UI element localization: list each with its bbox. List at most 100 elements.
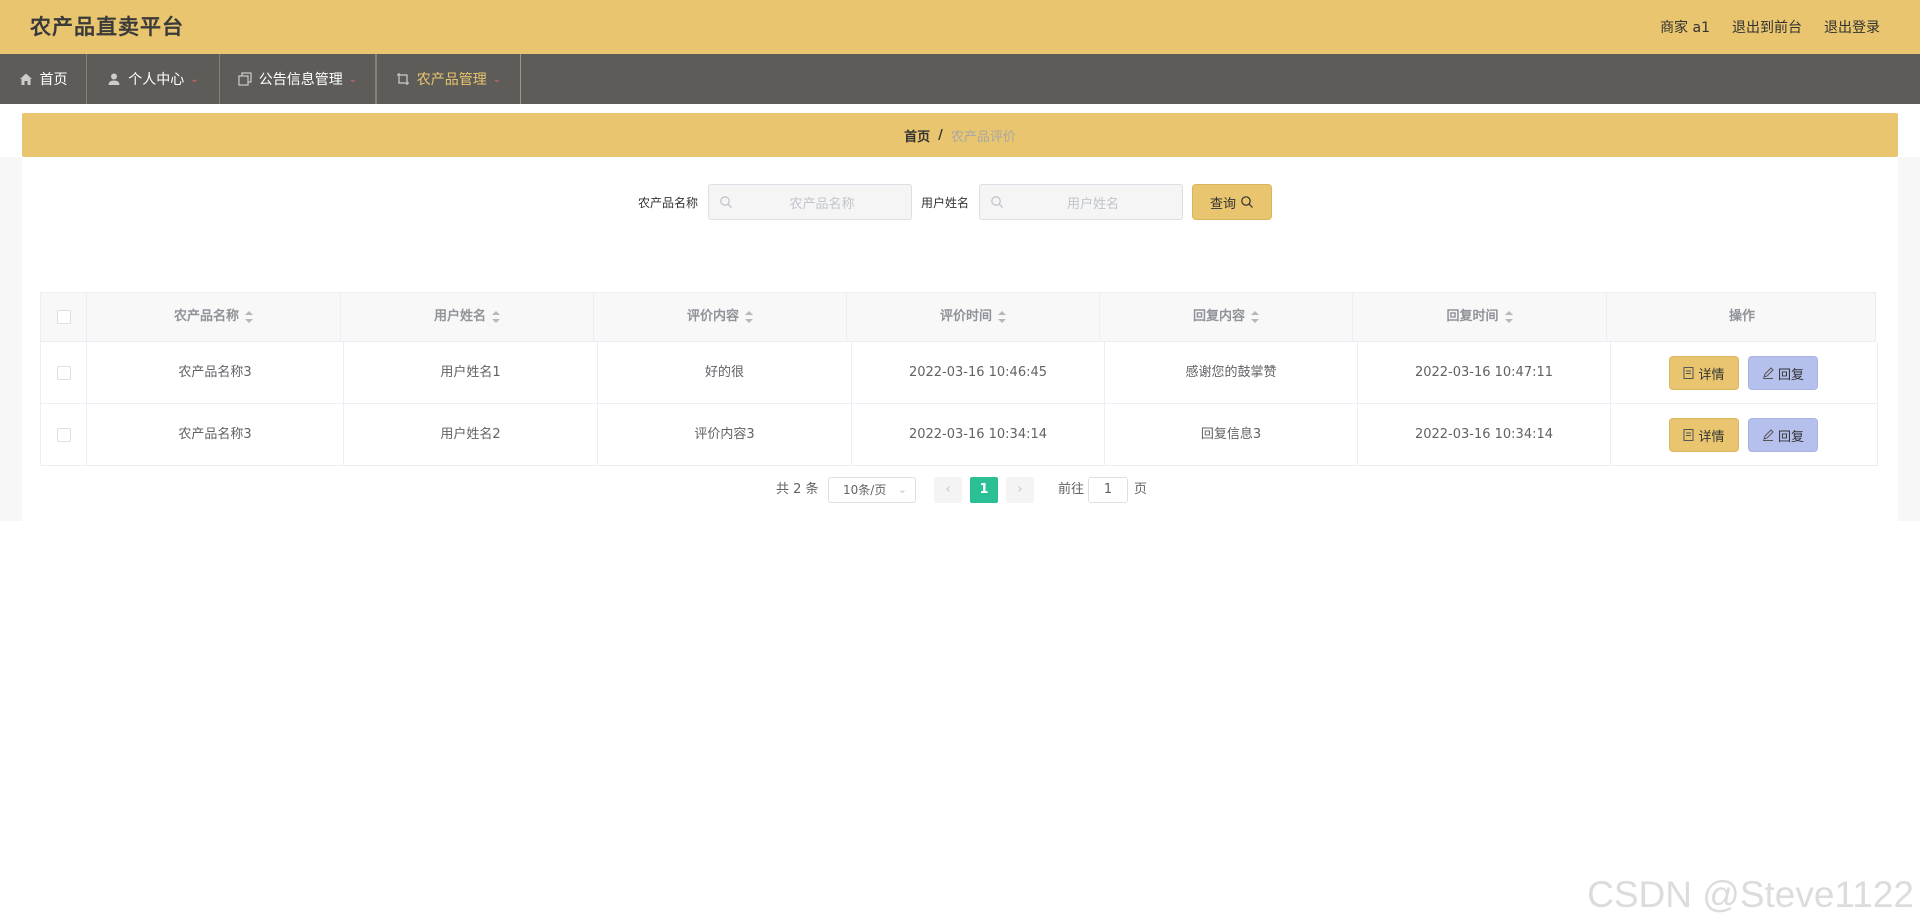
table-row: 农产品名称3 用户姓名2 评价内容3 2022-03-16 10:34:14 回…	[40, 404, 1878, 466]
query-button[interactable]: 查询	[1192, 184, 1272, 220]
col-actions-label: 操作	[1728, 309, 1755, 324]
user-name-label: 用户姓名	[921, 196, 970, 210]
sort-icon	[998, 310, 1006, 323]
table-header: 农产品名称 用户姓名 评价内容 评价时间 回复内容 回复时间 操作	[40, 292, 1876, 342]
sort-icon	[1504, 310, 1513, 323]
col-product-label: 农产品名称	[173, 309, 239, 324]
page-size-value: 10条/页	[843, 483, 887, 497]
cell-reply-time: 2022-03-16 10:47:11	[1358, 342, 1611, 403]
row-select-cell	[41, 404, 87, 465]
nav-label-home: 首页	[39, 72, 68, 88]
sort-icon	[1251, 310, 1259, 323]
user-icon	[108, 73, 120, 85]
col-reply-time-label: 回复时间	[1446, 309, 1499, 324]
nav-label-notice: 公告信息管理	[258, 72, 343, 88]
nav-item-home[interactable]: 首页	[0, 54, 87, 104]
col-content-label: 评价内容	[686, 309, 739, 324]
sort-icon	[745, 310, 753, 323]
page-suffix: 页	[1134, 482, 1148, 497]
breadcrumb-current: 农产品评价	[950, 129, 1016, 145]
search-icon	[1241, 196, 1253, 208]
select-all-checkbox[interactable]	[56, 309, 71, 324]
cell-product: 农产品名称3	[87, 342, 344, 403]
sort-icon	[245, 310, 253, 323]
chevron-down-icon: ⌄	[897, 483, 907, 496]
cell-reply: 感谢您的鼓掌赞	[1105, 342, 1358, 403]
edit-icon	[1762, 429, 1774, 441]
col-time-label: 评价时间	[939, 309, 992, 324]
top-header: 农产品直卖平台 商家 a1 退出到前台 退出登录	[0, 0, 1920, 54]
col-reply-time[interactable]: 回复时间	[1353, 293, 1607, 341]
app-title: 农产品直卖平台	[30, 15, 184, 39]
product-name-label: 农产品名称	[638, 196, 699, 210]
prev-page-button[interactable]: ‹	[934, 477, 962, 503]
cell-user: 用户姓名2	[344, 404, 598, 465]
next-page-button[interactable]: ›	[1006, 477, 1034, 503]
breadcrumb: 首页 / 农产品评价	[22, 113, 1898, 157]
cell-reply: 回复信息3	[1105, 404, 1358, 465]
edit-icon	[1762, 367, 1774, 379]
nav-item-profile[interactable]: 个人中心 ⌄	[87, 54, 220, 104]
goto-label: 前往	[1058, 482, 1085, 497]
current-user: 商家 a1	[1660, 20, 1710, 36]
cell-actions: 详情 回复	[1611, 342, 1877, 403]
goto-page-input[interactable]: 1	[1088, 477, 1128, 503]
user-name-input[interactable]	[1010, 185, 1176, 221]
reply-button[interactable]: 回复	[1748, 418, 1818, 452]
cell-product: 农产品名称3	[87, 404, 344, 465]
copy-icon	[238, 72, 252, 86]
nav-label-profile: 个人中心	[128, 72, 185, 88]
nav-item-products[interactable]: 农产品管理 ⌄	[376, 54, 521, 104]
back-to-front-link[interactable]: 退出到前台	[1732, 17, 1802, 37]
nav-item-notice[interactable]: 公告信息管理 ⌄	[220, 54, 376, 104]
page-number-current[interactable]: 1	[970, 477, 998, 503]
watermark: CSDN @Steve1122	[1587, 874, 1914, 915]
chevron-down-icon: ⌄	[348, 73, 358, 85]
search-form: 农产品名称 用户姓名 查询	[0, 184, 1920, 222]
reply-button-label: 回复	[1777, 429, 1804, 445]
logout-link[interactable]: 退出登录	[1824, 17, 1880, 37]
header-actions: 商家 a1 退出到前台 退出登录	[1660, 0, 1880, 54]
cell-content: 好的很	[598, 342, 852, 403]
cell-user: 用户姓名1	[344, 342, 598, 403]
cell-time: 2022-03-16 10:46:45	[852, 342, 1105, 403]
pagination: 共 2 条 10条/页 ⌄ ‹ 1 › 前往 1 页	[0, 477, 1920, 503]
cell-time: 2022-03-16 10:34:14	[852, 404, 1105, 465]
reply-button[interactable]: 回复	[1748, 356, 1818, 390]
table-row: 农产品名称3 用户姓名1 好的很 2022-03-16 10:46:45 感谢您…	[40, 342, 1878, 404]
chevron-left-icon: ‹	[945, 482, 951, 497]
col-product[interactable]: 农产品名称	[87, 293, 341, 341]
col-actions: 操作	[1607, 293, 1877, 341]
page-size-select[interactable]: 10条/页 ⌄	[828, 477, 916, 503]
cell-actions: 详情 回复	[1611, 404, 1877, 465]
query-button-label: 查询	[1209, 196, 1236, 212]
product-name-input[interactable]	[739, 185, 905, 221]
col-user[interactable]: 用户姓名	[341, 293, 594, 341]
detail-button[interactable]: 详情	[1669, 418, 1739, 452]
breadcrumb-home[interactable]: 首页	[904, 126, 930, 145]
reply-button-label: 回复	[1777, 367, 1804, 383]
crop-icon	[396, 73, 409, 85]
col-user-label: 用户姓名	[433, 309, 486, 324]
chevron-down-icon: ⌄	[190, 73, 199, 85]
cell-content: 评价内容3	[598, 404, 852, 465]
document-icon	[1683, 429, 1694, 441]
sort-icon	[492, 310, 500, 323]
row-checkbox[interactable]	[56, 427, 71, 442]
col-reply-label: 回复内容	[1192, 309, 1245, 324]
detail-button[interactable]: 详情	[1669, 356, 1739, 390]
row-select-cell	[41, 342, 87, 403]
breadcrumb-separator: /	[938, 127, 943, 143]
col-reply[interactable]: 回复内容	[1100, 293, 1353, 341]
home-icon	[19, 73, 32, 85]
search-icon	[720, 196, 732, 208]
cell-reply-time: 2022-03-16 10:34:14	[1358, 404, 1611, 465]
col-time[interactable]: 评价时间	[847, 293, 1100, 341]
user-name-field	[979, 184, 1183, 221]
col-content[interactable]: 评价内容	[594, 293, 847, 341]
row-checkbox[interactable]	[56, 365, 71, 380]
search-icon	[991, 196, 1003, 208]
select-all-cell	[41, 293, 87, 341]
document-icon	[1683, 367, 1694, 379]
main-nav: 首页 个人中心 ⌄ 公告信息管理 ⌄ 农产品管理 ⌄	[0, 54, 1920, 104]
